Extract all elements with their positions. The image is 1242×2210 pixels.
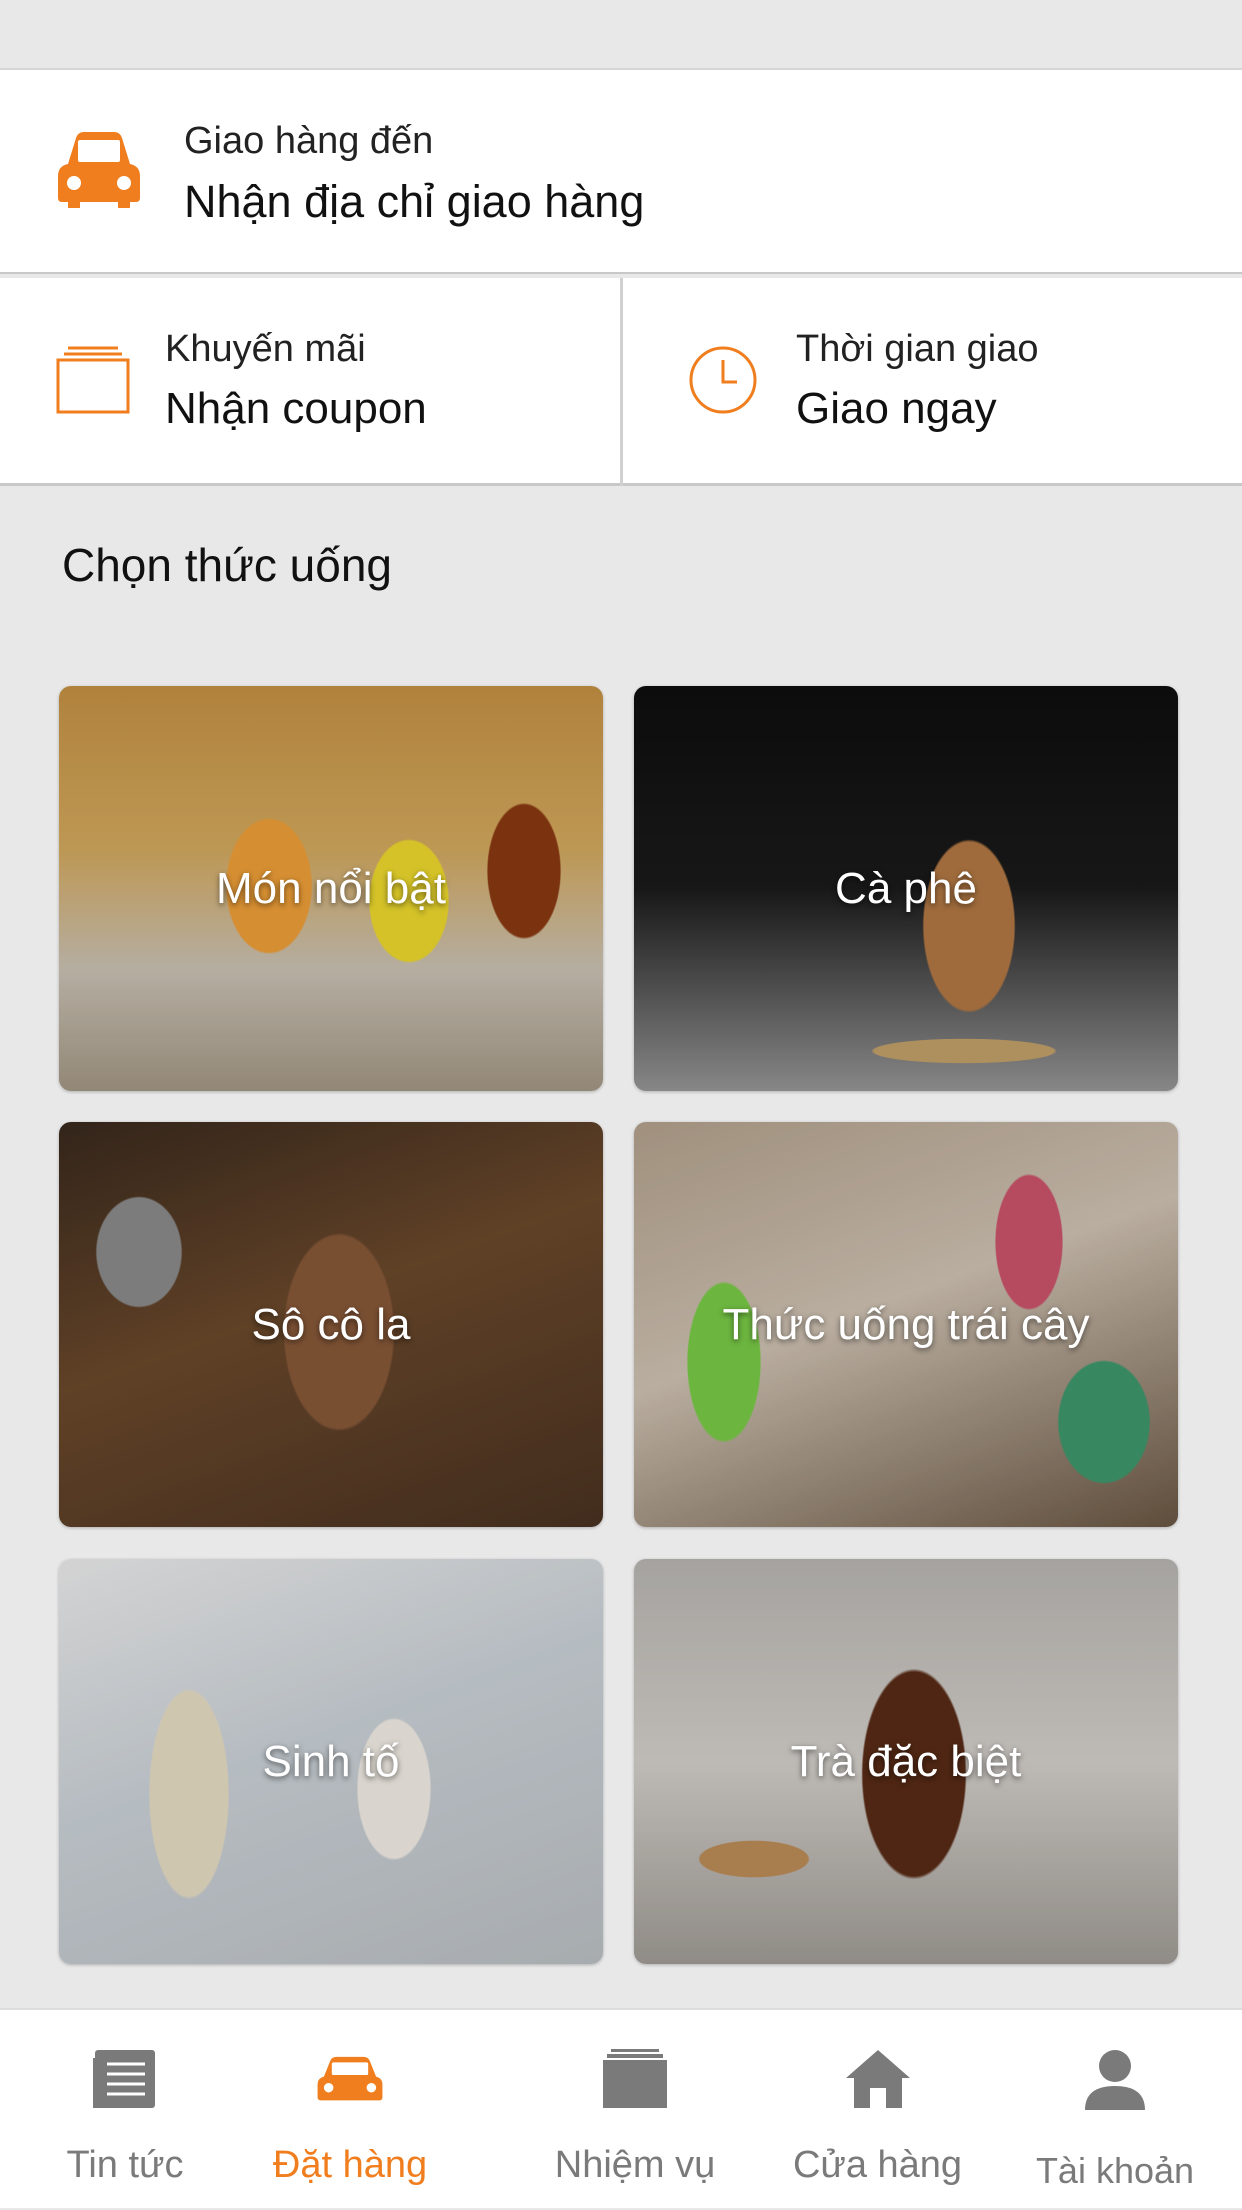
nav-label: Cửa hàng: [792, 2144, 963, 2186]
time-label: Thời gian giao: [796, 328, 1039, 370]
car-icon: [317, 2056, 383, 2101]
category-tile-coffee[interactable]: Cà phê: [634, 686, 1178, 1091]
coupon-icon: [56, 346, 130, 414]
category-label: Sô cô la: [251, 1299, 411, 1349]
promo-value[interactable]: Nhận coupon: [165, 384, 427, 434]
nav-item-account[interactable]: Tài khoản: [1015, 2010, 1215, 2210]
nav-label: Nhiệm vụ: [554, 2144, 716, 2186]
time-value[interactable]: Giao ngay: [796, 384, 997, 434]
category-tile-featured[interactable]: Món nổi bật: [59, 686, 603, 1091]
category-label: Trà đặc biệt: [790, 1736, 1022, 1786]
clock-icon: [689, 346, 757, 414]
category-tile-fruit-drinks[interactable]: Thức uống trái cây: [634, 1122, 1178, 1527]
category-tile-smoothie[interactable]: Sinh tố: [59, 1559, 603, 1964]
nav-label: Tài khoản: [1035, 2150, 1195, 2191]
tasks-icon: [603, 2049, 667, 2108]
promo-label: Khuyến mãi: [165, 328, 366, 370]
nav-item-store[interactable]: Cửa hàng: [780, 2010, 975, 2210]
category-label: Món nổi bật: [216, 863, 446, 913]
nav-item-order[interactable]: Đặt hàng: [255, 2010, 445, 2210]
account-icon: [1085, 2050, 1145, 2110]
bottom-nav: Tin tức Đặt hàng Nhiệm vụ Cửa hàng Tài k…: [0, 2008, 1242, 2208]
delivery-address-row[interactable]: Giao hàng đến Nhận địa chỉ giao hàng: [0, 68, 1242, 274]
delivery-address-value[interactable]: Nhận địa chỉ giao hàng: [184, 176, 644, 228]
car-icon: [58, 132, 140, 208]
nav-label: Đặt hàng: [272, 2144, 428, 2186]
category-label: Thức uống trái cây: [722, 1299, 1090, 1349]
status-bar: [0, 0, 1242, 68]
news-icon: [93, 2050, 155, 2108]
nav-label: Tin tức: [66, 2144, 184, 2186]
delivery-time-cell[interactable]: Thời gian giao Giao ngay: [623, 278, 1242, 483]
category-label: Cà phê: [835, 863, 977, 913]
nav-item-news[interactable]: Tin tức: [40, 2010, 210, 2210]
options-row: Khuyến mãi Nhận coupon Thời gian giao Gi…: [0, 278, 1242, 486]
section-title: Chọn thức uống: [62, 539, 393, 591]
delivery-label: Giao hàng đến: [184, 120, 434, 162]
category-tile-chocolate[interactable]: Sô cô la: [59, 1122, 603, 1527]
category-tile-special-tea[interactable]: Trà đặc biệt: [634, 1559, 1178, 1964]
nav-item-tasks[interactable]: Nhiệm vụ: [530, 2010, 740, 2210]
coupon-cell[interactable]: Khuyến mãi Nhận coupon: [0, 278, 620, 483]
store-icon: [845, 2050, 910, 2108]
category-label: Sinh tố: [262, 1736, 400, 1786]
